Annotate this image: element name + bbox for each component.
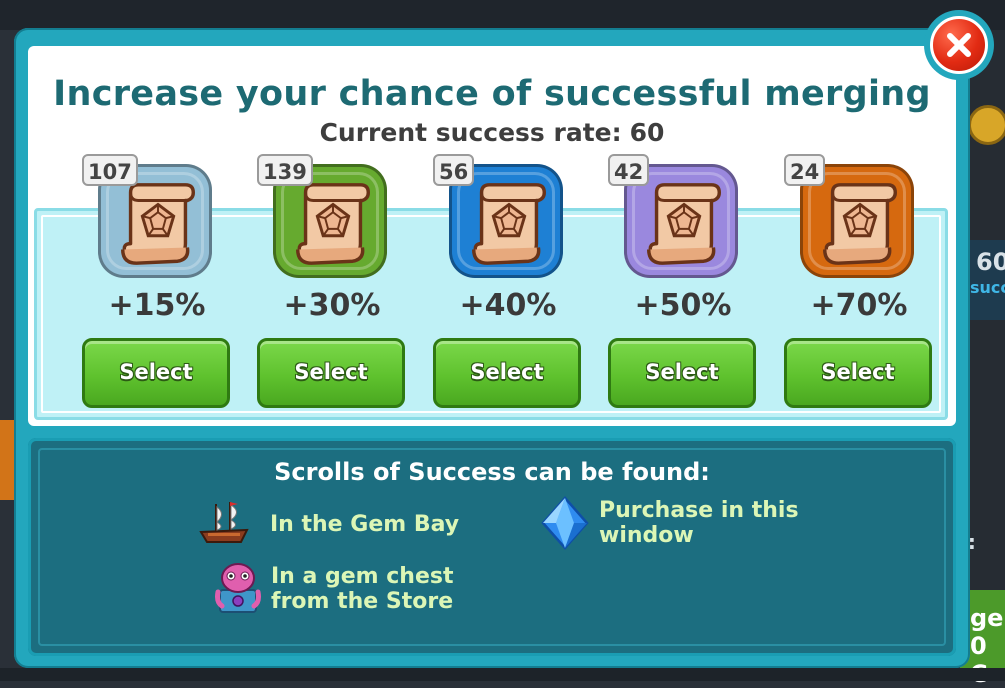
- select-button[interactable]: Select: [608, 338, 756, 408]
- background-left-element: [0, 420, 14, 500]
- scroll-icon: [823, 183, 897, 265]
- success-rate-value: 60: [629, 118, 665, 147]
- background-top-bar: [0, 0, 1005, 30]
- background-value: 60: [976, 248, 1005, 276]
- source-purchase-line1: Purchase in this: [599, 498, 799, 523]
- scroll-option-3: 56 +40% Select: [433, 154, 583, 414]
- close-button[interactable]: [924, 10, 994, 80]
- scroll-option-2: 139 +30% Select: [257, 154, 407, 414]
- scroll-bonus: +15%: [108, 288, 206, 323]
- select-button[interactable]: Select: [257, 338, 405, 408]
- select-button[interactable]: Select: [82, 338, 230, 408]
- background-label: succ: [970, 278, 1005, 297]
- close-x-icon: [947, 33, 971, 57]
- scroll-bonus: +40%: [459, 288, 557, 323]
- scroll-icon: [296, 183, 370, 265]
- scroll-icon: [647, 183, 721, 265]
- scroll-selection-panel: Increase your chance of successful mergi…: [28, 46, 956, 426]
- merge-chance-dialog: Increase your chance of successful mergi…: [14, 28, 970, 668]
- scroll-count: 56: [433, 154, 475, 186]
- octopus-chest-icon: [215, 563, 261, 613]
- scroll-count: 24: [784, 154, 826, 186]
- ship-icon: [199, 502, 249, 543]
- source-gem-bay: In the Gem Bay: [270, 512, 460, 537]
- scroll-bonus: +50%: [634, 288, 732, 323]
- scroll-count: 107: [82, 154, 138, 186]
- scroll-bonus: +70%: [810, 288, 908, 323]
- scroll-bonus: +30%: [283, 288, 381, 323]
- source-gem-chest-line1: In a gem chest: [271, 564, 454, 589]
- background-bottom-bar: [0, 668, 1005, 681]
- blue-gem-icon: [541, 496, 589, 550]
- select-button[interactable]: Select: [784, 338, 932, 408]
- sources-title: Scrolls of Success can be found:: [274, 458, 710, 486]
- source-gem-chest-line2: from the Store: [271, 589, 454, 614]
- source-gem-chest: In a gem chest from the Store: [271, 564, 454, 614]
- scroll-count: 139: [257, 154, 313, 186]
- scroll-icon: [472, 183, 546, 265]
- dialog-title: Increase your chance of successful mergi…: [53, 74, 931, 114]
- source-purchase: Purchase in this window: [599, 498, 799, 548]
- scroll-sources-panel: Scrolls of Success can be found: In the …: [28, 438, 956, 656]
- select-button[interactable]: Select: [433, 338, 581, 408]
- scroll-option-4: 42 +50% Select: [608, 154, 758, 414]
- coin-icon: [968, 105, 1005, 145]
- scroll-icon: [121, 183, 195, 265]
- success-rate-text: Current success rate: 60: [28, 118, 956, 147]
- source-purchase-line2: window: [599, 523, 694, 548]
- scroll-option-5: 24 +70% Select: [784, 154, 934, 414]
- scroll-count: 42: [608, 154, 650, 186]
- success-rate-label: Current success rate:: [319, 118, 622, 147]
- scroll-option-1: 107 +15% Select: [82, 154, 232, 414]
